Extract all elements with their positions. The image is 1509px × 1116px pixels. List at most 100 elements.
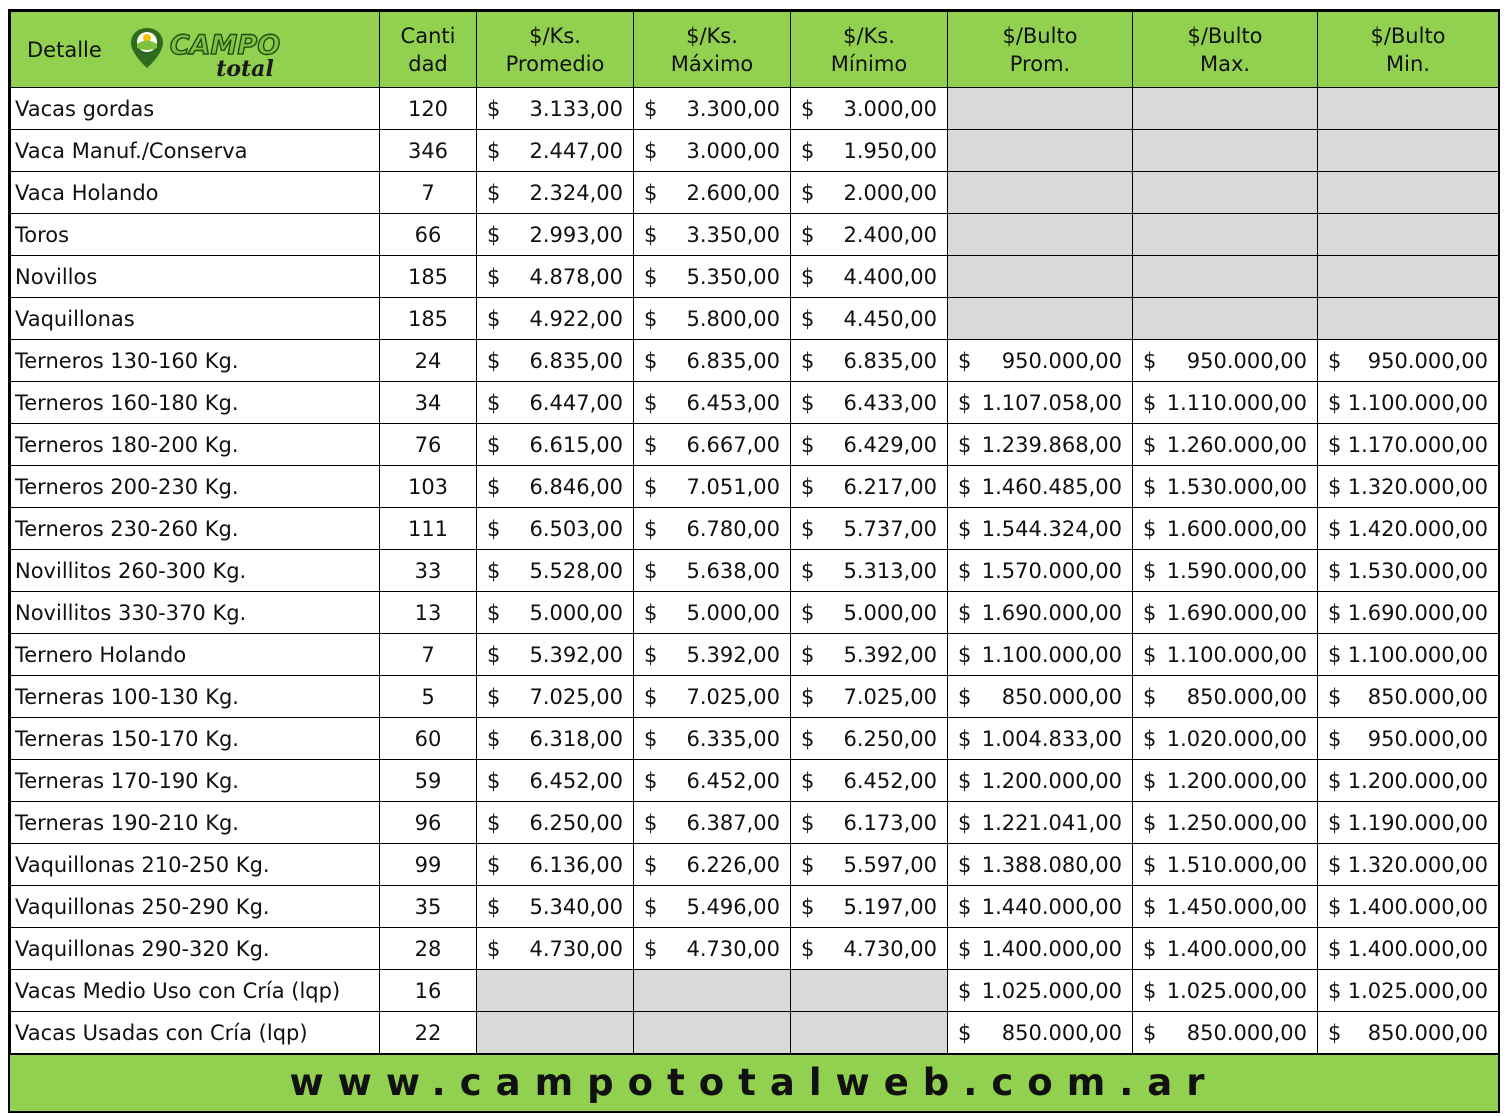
currency-symbol: $ (487, 307, 501, 331)
row-cantidad: 103 (379, 465, 477, 508)
row-cantidad: 185 (379, 255, 477, 298)
amount-value: 1.107.058,00 (981, 391, 1122, 415)
table-row: Terneros 130-160 Kg. 24 $6.835,00 $6.835,00… (10, 339, 1499, 382)
currency-symbol: $ (1328, 769, 1342, 793)
amount-value: 1.025.000,00 (1347, 979, 1488, 1003)
currency-symbol: $ (1328, 391, 1342, 415)
cell-ks-minimo: $2.000,00 (790, 171, 948, 214)
currency-symbol: $ (958, 601, 972, 625)
header-bulto-max: $/Bulto Max. (1132, 11, 1318, 88)
cell-ks-maximo: $5.350,00 (633, 255, 791, 298)
table-row: Terneras 100-130 Kg. 5 $7.025,00 $7.025,00 $… (10, 675, 1499, 718)
header-detalle-label: Detalle (27, 38, 102, 62)
amount-value: 1.690.000,00 (1347, 601, 1488, 625)
table-row: Terneros 160-180 Kg. 34 $6.447,00 $6.453,00… (10, 381, 1499, 424)
currency-symbol: $ (801, 685, 815, 709)
currency-symbol: $ (1143, 979, 1157, 1003)
currency-symbol: $ (487, 937, 501, 961)
table-row: Toros 66 $2.993,00 $3.350,00 $2.400,00 (10, 213, 1499, 256)
price-table: Detalle CAMPO total Canti dad $/Ks. Promed… (10, 11, 1499, 1054)
amount-value: 4.730,00 (529, 937, 623, 961)
currency-symbol: $ (1328, 937, 1342, 961)
currency-symbol: $ (644, 559, 658, 583)
amount-value: 5.313,00 (843, 559, 937, 583)
table-row: Novillitos 330-370 Kg. 13 $5.000,00 $5.000,… (10, 591, 1499, 634)
empty-cell (1132, 297, 1318, 340)
currency-symbol: $ (801, 769, 815, 793)
empty-cell (790, 969, 948, 1012)
cell-ks-maximo: $7.051,00 (633, 465, 791, 508)
row-cantidad: 33 (379, 549, 477, 592)
currency-symbol: $ (644, 937, 658, 961)
cell-bulto-min: $1.420.000,00 (1317, 507, 1499, 550)
amount-value: 4.730,00 (843, 937, 937, 961)
cell-ks-maximo: $6.835,00 (633, 339, 791, 382)
cell-ks-promedio: $5.340,00 (476, 885, 634, 928)
empty-cell (476, 1011, 634, 1054)
currency-symbol: $ (1143, 601, 1157, 625)
currency-symbol: $ (1143, 391, 1157, 415)
cell-bulto-prom: $1.440.000,00 (947, 885, 1133, 928)
amount-value: 1.544.324,00 (981, 517, 1122, 541)
amount-value: 1.260.000,00 (1166, 433, 1307, 457)
row-cantidad: 34 (379, 381, 477, 424)
amount-value: 3.000,00 (686, 139, 780, 163)
row-detalle: Vaquillonas (10, 297, 380, 340)
cell-bulto-max: $1.590.000,00 (1132, 549, 1318, 592)
currency-symbol: $ (1328, 811, 1342, 835)
row-detalle: Terneros 230-260 Kg. (10, 507, 380, 550)
amount-value: 5.737,00 (843, 517, 937, 541)
cell-ks-promedio: $2.447,00 (476, 129, 634, 172)
amount-value: 4.878,00 (529, 265, 623, 289)
currency-symbol: $ (1143, 475, 1157, 499)
currency-symbol: $ (487, 433, 501, 457)
currency-symbol: $ (1328, 559, 1342, 583)
cell-bulto-min: $1.320.000,00 (1317, 843, 1499, 886)
currency-symbol: $ (958, 853, 972, 877)
row-detalle: Terneros 130-160 Kg. (10, 339, 380, 382)
amount-value: 6.217,00 (843, 475, 937, 499)
currency-symbol: $ (1143, 937, 1157, 961)
currency-symbol: $ (1143, 811, 1157, 835)
cell-bulto-max: $1.530.000,00 (1132, 465, 1318, 508)
row-detalle: Vaquillonas 290-320 Kg. (10, 927, 380, 970)
empty-cell (947, 255, 1133, 298)
amount-value: 1.420.000,00 (1347, 517, 1488, 541)
cell-ks-minimo: $1.950,00 (790, 129, 948, 172)
cell-bulto-prom: $1.690.000,00 (947, 591, 1133, 634)
amount-value: 1.020.000,00 (1166, 727, 1307, 751)
cell-ks-minimo: $6.835,00 (790, 339, 948, 382)
svg-text:total: total (216, 56, 274, 80)
row-detalle: Novillitos 330-370 Kg. (10, 591, 380, 634)
amount-value: 1.690.000,00 (981, 601, 1122, 625)
cell-bulto-prom: $1.107.058,00 (947, 381, 1133, 424)
empty-cell (1317, 213, 1499, 256)
cell-bulto-min: $1.320.000,00 (1317, 465, 1499, 508)
row-cantidad: 24 (379, 339, 477, 382)
table-row: Vaca Holando 7 $2.324,00 $2.600,00 $2.000,00 (10, 171, 1499, 214)
currency-symbol: $ (1143, 727, 1157, 751)
currency-symbol: $ (1328, 727, 1342, 751)
cell-bulto-prom: $850.000,00 (947, 675, 1133, 718)
cell-ks-promedio: $6.835,00 (476, 339, 634, 382)
currency-symbol: $ (487, 685, 501, 709)
amount-value: 850.000,00 (1001, 685, 1122, 709)
row-cantidad: 66 (379, 213, 477, 256)
row-detalle: Terneras 190-210 Kg. (10, 801, 380, 844)
currency-symbol: $ (958, 1021, 972, 1045)
row-cantidad: 13 (379, 591, 477, 634)
currency-symbol: $ (487, 643, 501, 667)
currency-symbol: $ (801, 727, 815, 751)
currency-symbol: $ (958, 895, 972, 919)
row-detalle: Vaca Manuf./Conserva (10, 129, 380, 172)
amount-value: 1.400.000,00 (1347, 937, 1488, 961)
amount-value: 1.250.000,00 (1166, 811, 1307, 835)
currency-symbol: $ (1328, 979, 1342, 1003)
cell-ks-minimo: $6.173,00 (790, 801, 948, 844)
currency-symbol: $ (644, 265, 658, 289)
cell-ks-maximo: $6.667,00 (633, 423, 791, 466)
cell-bulto-min: $950.000,00 (1317, 717, 1499, 760)
cell-ks-minimo: $6.429,00 (790, 423, 948, 466)
currency-symbol: $ (487, 895, 501, 919)
currency-symbol: $ (801, 601, 815, 625)
